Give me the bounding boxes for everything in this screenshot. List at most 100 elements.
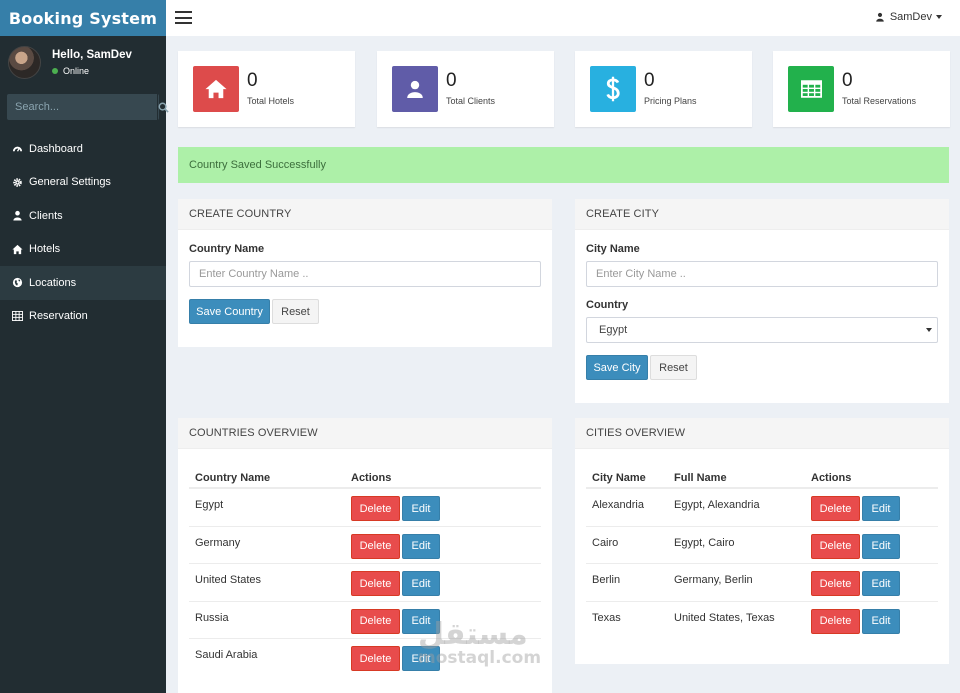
edit-button[interactable]: Edit <box>402 646 440 671</box>
table-row: Texas United States, Texas Delete Edit <box>586 602 938 640</box>
table-icon <box>788 66 834 112</box>
stat-total-reservations: 0 Total Reservations <box>773 51 950 127</box>
countries-table: Country Name Actions Egypt Delete Edit G… <box>189 458 541 677</box>
column-header: Country Name <box>195 472 271 484</box>
user-icon <box>876 12 884 22</box>
home-icon <box>193 66 239 112</box>
table-row: Germany Delete Edit <box>189 527 541 564</box>
table-header: Country Name Actions <box>189 458 541 489</box>
city-name-input[interactable] <box>586 261 938 287</box>
dollar-icon <box>590 66 636 112</box>
country-name-cell: United States <box>195 574 262 586</box>
save-country-button[interactable]: Save Country <box>189 299 270 324</box>
box-title: CITIES OVERVIEW <box>575 418 949 449</box>
user-panel: Hello, SamDev Online <box>0 36 166 88</box>
table-icon <box>11 310 23 322</box>
user-icon <box>11 210 23 222</box>
delete-button[interactable]: Delete <box>351 533 400 559</box>
sidebar-toggle-icon[interactable] <box>175 11 192 24</box>
dashboard-icon <box>11 143 23 155</box>
stat-total-hotels: 0 Total Hotels <box>178 51 355 127</box>
country-name-cell: Russia <box>195 611 229 624</box>
sidebar-item-label: Hotels <box>29 243 61 256</box>
full-name-cell: United States, Texas <box>674 611 775 624</box>
delete-button[interactable]: Delete <box>811 608 860 634</box>
online-dot-icon <box>52 67 58 74</box>
globe-icon <box>11 277 23 289</box>
user-menu-name: SamDev <box>889 11 932 23</box>
create-city-box: CREATE CITY City Name Country Egypt Save… <box>575 199 949 403</box>
full-name-cell: Egypt, Alexandria <box>674 499 760 511</box>
sidebar-item-clients[interactable]: Clients <box>0 199 166 233</box>
box-title: CREATE COUNTRY <box>178 199 552 230</box>
country-name-input[interactable] <box>189 261 541 287</box>
sidebar-item-reservation[interactable]: Reservation <box>0 300 166 334</box>
delete-button[interactable]: Delete <box>351 646 400 671</box>
edit-button[interactable]: Edit <box>402 533 440 559</box>
edit-button[interactable]: Edit <box>862 496 900 521</box>
user-menu[interactable]: SamDev <box>875 11 942 23</box>
countries-overview-box: COUNTRIES OVERVIEW Country Name Actions … <box>178 418 552 693</box>
edit-button[interactable]: Edit <box>862 608 900 634</box>
search-input[interactable] <box>7 94 157 120</box>
delete-button[interactable]: Delete <box>351 571 400 596</box>
city-name-cell: Alexandria <box>592 499 644 511</box>
country-name-cell: Egypt <box>195 499 224 511</box>
sidebar-item-locations[interactable]: Locations <box>0 266 166 300</box>
chevron-down-icon <box>926 328 932 332</box>
save-city-button[interactable]: Save City <box>586 355 648 380</box>
city-name-cell: Texas <box>592 611 621 624</box>
user-icon <box>392 66 438 112</box>
chevron-down-icon <box>936 15 942 19</box>
edit-button[interactable]: Edit <box>402 571 440 596</box>
box-title: COUNTRIES OVERVIEW <box>178 418 552 449</box>
sidebar-item-label: Locations <box>29 276 77 289</box>
edit-button[interactable]: Edit <box>402 496 440 521</box>
sidebar-item-general-settings[interactable]: General Settings <box>0 166 166 200</box>
country-label: Country <box>586 299 629 311</box>
full-name-cell: Germany, Berlin <box>674 574 753 586</box>
sidebar: Booking System Hello, SamDev Online Dash… <box>0 0 169 693</box>
stat-value: 0 <box>842 70 853 91</box>
full-name-cell: Egypt, Cairo <box>674 536 735 549</box>
table-row: Saudi Arabia Delete Edit <box>189 639 541 677</box>
search-icon <box>158 102 169 113</box>
edit-button[interactable]: Edit <box>862 533 900 559</box>
stat-label: Pricing Plans <box>644 96 697 106</box>
search-button[interactable] <box>157 94 169 120</box>
success-alert: Country Saved Successfully <box>178 147 949 183</box>
sidebar-item-hotels[interactable]: Hotels <box>0 233 166 267</box>
country-select[interactable]: Egypt <box>586 317 938 343</box>
stat-value: 0 <box>644 70 655 91</box>
stat-label: Total Reservations <box>842 96 917 106</box>
delete-button[interactable]: Delete <box>811 496 860 521</box>
table-row: Cairo Egypt, Cairo Delete Edit <box>586 527 938 564</box>
brand-logo[interactable]: Booking System <box>0 0 166 36</box>
stat-total-clients: 0 Total Clients <box>377 51 554 127</box>
delete-button[interactable]: Delete <box>811 533 860 559</box>
stat-value: 0 <box>247 70 258 91</box>
reset-button[interactable]: Reset <box>272 299 319 324</box>
cities-table: City Name Full Name Actions Alexandria E… <box>586 458 938 639</box>
table-row: Alexandria Egypt, Alexandria Delete Edit <box>586 489 938 527</box>
city-name-label: City Name <box>586 243 640 255</box>
home-icon <box>11 243 23 255</box>
stat-pricing-plans: 0 Pricing Plans <box>575 51 752 127</box>
country-name-label: Country Name <box>189 243 265 255</box>
delete-button[interactable]: Delete <box>811 571 860 596</box>
table-row: Berlin Germany, Berlin Delete Edit <box>586 564 938 602</box>
cities-overview-box: CITIES OVERVIEW City Name Full Name Acti… <box>575 418 949 664</box>
reset-button[interactable]: Reset <box>650 355 697 380</box>
edit-button[interactable]: Edit <box>862 571 900 596</box>
column-header: Full Name <box>674 472 727 484</box>
delete-button[interactable]: Delete <box>351 496 400 521</box>
user-greeting: Hello, SamDev <box>52 48 132 61</box>
sidebar-item-label: General Settings <box>29 176 111 189</box>
sidebar-search <box>7 94 169 120</box>
gear-icon <box>11 176 23 188</box>
city-name-cell: Cairo <box>592 536 619 549</box>
edit-button[interactable]: Edit <box>402 608 440 634</box>
delete-button[interactable]: Delete <box>351 608 400 634</box>
user-status-label: Online <box>63 65 90 76</box>
sidebar-item-dashboard[interactable]: Dashboard <box>0 132 166 166</box>
